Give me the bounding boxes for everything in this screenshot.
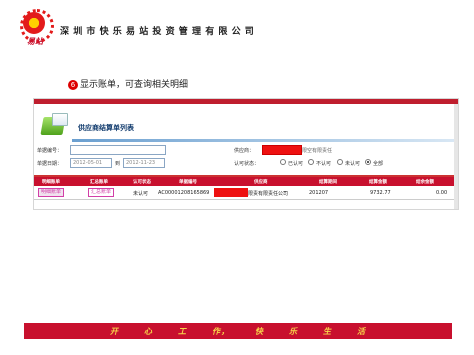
document-icon bbox=[52, 113, 68, 126]
row-period: 201207 bbox=[309, 190, 329, 196]
col-status: 认可状态 bbox=[133, 180, 151, 185]
date-separator: 到 bbox=[115, 161, 121, 167]
status-label: 认可状态： bbox=[234, 161, 260, 167]
title-underline bbox=[72, 139, 454, 142]
company-logo: 易站 bbox=[20, 9, 54, 46]
row-supplier: 限责有限责任公司 bbox=[248, 191, 289, 197]
company-name: 深圳市快乐易站投资管理有限公司 bbox=[60, 27, 259, 37]
status-radio-approved[interactable] bbox=[280, 159, 286, 165]
slogan-char: 乐 bbox=[289, 325, 298, 336]
statement-list-screenshot: 供应商结算单列表 单据编号： 供应商： 限空有限责任 单据日期： 2012-05… bbox=[33, 98, 459, 210]
status-option-rejected: 不认可 bbox=[316, 161, 332, 167]
col-supplier: 供应商 bbox=[254, 180, 268, 185]
supplier-label: 供应商： bbox=[234, 148, 255, 154]
row-bill-no: AC00001208165869 bbox=[158, 190, 210, 196]
status-option-approved: 已认可 bbox=[288, 161, 304, 167]
col-amount: 结算金额 bbox=[369, 180, 387, 185]
status-radio-pending[interactable] bbox=[337, 159, 343, 165]
bill-date-label: 单据日期： bbox=[37, 161, 63, 167]
step-caption: 6 显示账单，可查询相关明细 bbox=[68, 77, 188, 90]
row-status: 未认可 bbox=[133, 191, 149, 197]
slogan-char: 作， bbox=[212, 325, 230, 336]
step-number-badge: 6 bbox=[68, 80, 78, 90]
footer-slogan-bar: 开 心 工 作， 快 乐 生 活 bbox=[24, 323, 452, 339]
date-to-input[interactable]: 2012-11-23 bbox=[123, 158, 165, 168]
col-detail: 明细账单 bbox=[42, 180, 60, 185]
summary-bill-button[interactable]: 汇总账单 bbox=[88, 188, 115, 197]
detail-bill-button[interactable]: 明细账单 bbox=[38, 188, 65, 197]
table-row: 明细账单 汇总账单 未认可 AC00001208165869 限责有限责任公司 … bbox=[34, 187, 454, 198]
status-option-all: 全部 bbox=[373, 161, 384, 167]
logo-text: 易站 bbox=[27, 36, 43, 46]
supplier-input[interactable] bbox=[262, 145, 302, 155]
vertical-scrollbar[interactable] bbox=[454, 104, 458, 209]
bill-no-label: 单据编号： bbox=[37, 148, 63, 154]
slogan-char: 快 bbox=[255, 325, 264, 336]
col-summary: 汇总账单 bbox=[90, 180, 108, 185]
row-balance: 0.00 bbox=[436, 190, 448, 196]
filter-row-1: 单据编号： 供应商： 限空有限责任 bbox=[34, 144, 454, 156]
slogan-char: 生 bbox=[323, 325, 332, 336]
row-amount: 9732.77 bbox=[370, 190, 391, 196]
panel-title: 供应商结算单列表 bbox=[78, 123, 134, 132]
slogan-char: 活 bbox=[357, 325, 366, 336]
step-text: 显示账单，可查询相关明细 bbox=[80, 80, 189, 90]
date-from-input[interactable]: 2012-05-01 bbox=[70, 158, 112, 168]
sun-logo-icon bbox=[20, 9, 54, 43]
filter-row-2: 单据日期： 2012-05-01 到 2012-11-23 认可状态： 已认可 … bbox=[34, 157, 454, 169]
redacted-supplier-block bbox=[214, 188, 248, 197]
col-bill-no: 单据编号 bbox=[179, 180, 197, 185]
col-period: 结算期间 bbox=[319, 180, 337, 185]
col-balance: 结余金额 bbox=[416, 180, 434, 185]
top-red-bar bbox=[34, 99, 458, 104]
slogan-char: 开 bbox=[110, 325, 119, 336]
row-divider bbox=[34, 199, 454, 200]
status-option-pending: 未认可 bbox=[345, 161, 361, 167]
slogan-char: 工 bbox=[178, 325, 187, 336]
slogan-char: 心 bbox=[144, 325, 153, 336]
status-radio-rejected[interactable] bbox=[308, 159, 314, 165]
table-header: 明细账单 汇总账单 认可状态 单据编号 供应商 结算期间 结算金额 结余金额 bbox=[34, 177, 454, 186]
supplier-hint: 限空有限责任 bbox=[302, 148, 333, 154]
status-radio-all[interactable] bbox=[365, 159, 371, 165]
panel-titlebar: 供应商结算单列表 bbox=[34, 109, 454, 143]
bill-no-input[interactable] bbox=[70, 145, 166, 155]
